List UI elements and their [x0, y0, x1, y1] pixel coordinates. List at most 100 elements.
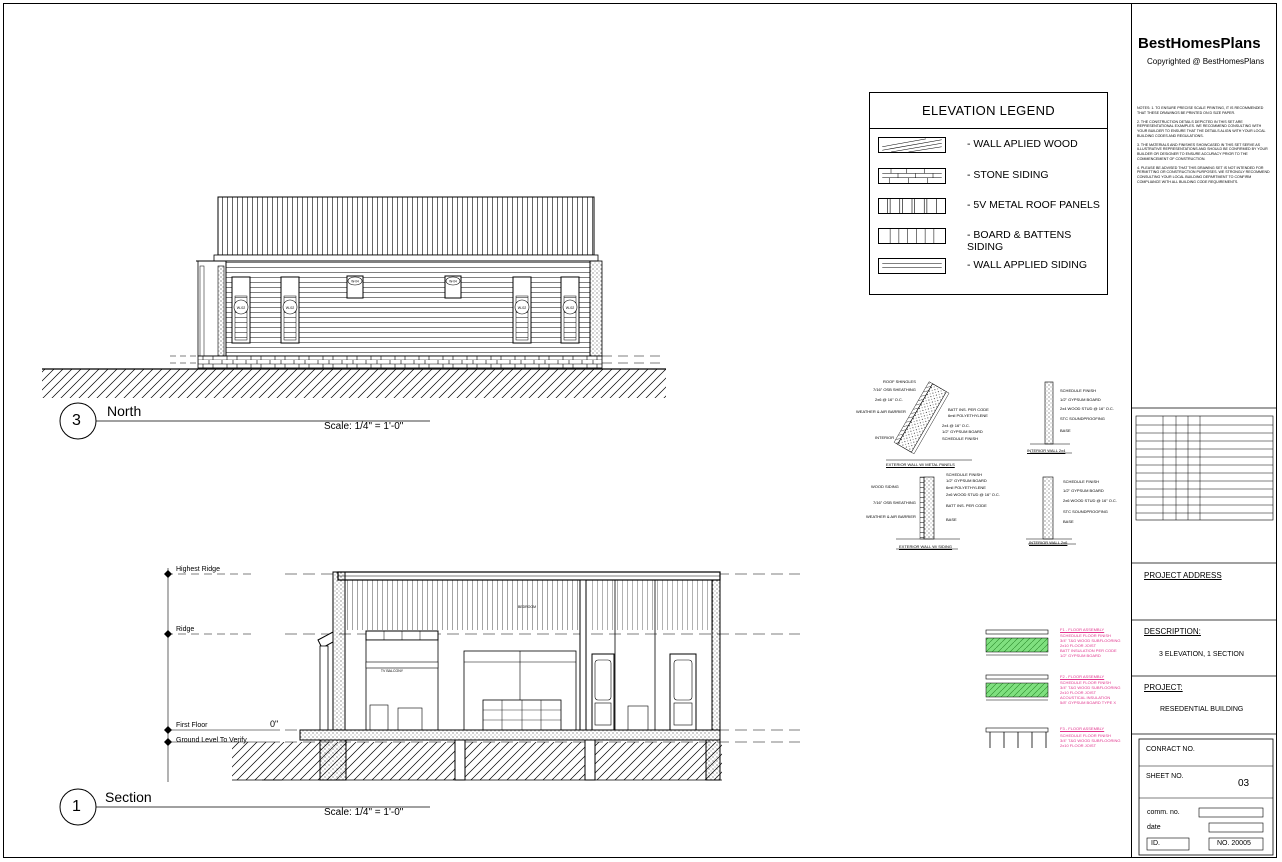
date-label: date — [1147, 824, 1161, 831]
wall-detail-3-caption: EXTERIOR WALL W/ SIDING — [899, 544, 953, 549]
wall-detail-4-label: 1/2" GYPSUM BOARD — [1063, 488, 1104, 493]
note-item: 4. PLEASE BE ADVISED THAT THIS DRAWING S… — [1137, 165, 1270, 184]
floor-detail-1 — [985, 629, 1049, 656]
wall-detail-1-label: WEATHER & AIR BARRIER — [856, 409, 906, 414]
wall-detail-1-label: BATT INS. PER CODE — [948, 407, 989, 412]
wall-detail-3-label: WOOD SIDING — [871, 484, 899, 489]
wall-detail-1-label: SCHEDULE FINISH — [942, 436, 979, 441]
legend-label: - 5V METAL ROOF PANELS — [967, 199, 1100, 211]
legend-item-siding: - WALL APPLIED SIDING — [870, 255, 1107, 279]
legend-label: - WALL APLIED WOOD — [967, 138, 1078, 150]
floor-detail-2-title: F2 - FLOOR ASSEMBLY — [1060, 674, 1105, 679]
floor-detail-3-title: F3 - FLOOR ASSEMBLY — [1060, 726, 1105, 731]
floor-detail-3 — [985, 727, 1049, 748]
wall-detail-3-label: 6mil POLYETHYLENE — [946, 485, 986, 490]
wall-detail-4-label: BASE — [1063, 519, 1074, 524]
legend-label: - WALL APPLIED SIDING — [967, 259, 1088, 271]
contract-label: CONRACT NO. — [1146, 746, 1195, 753]
sheet-label: SHEET NO. — [1146, 773, 1184, 780]
section-view-scale: Scale: 1/4" = 1'-0" — [324, 807, 404, 818]
wall-detail-3-label: BASE — [946, 517, 957, 522]
legend-swatch-batten — [878, 228, 946, 244]
north-view-title: North — [107, 403, 142, 419]
window-tag: W-02 — [237, 306, 246, 310]
floor-detail-3-note: 2x10 FLOOR JOIST — [1060, 743, 1097, 748]
wall-detail-3-label: 2x6 WOOD STUD @ 16" O.C. — [946, 492, 1000, 497]
wall-detail-4-label: 2x6 WOOD STUD @ 16" O.C. — [1063, 498, 1117, 503]
project-label: PROJECT: — [1144, 683, 1183, 692]
wall-detail-1-label: ROOF SHINGLES — [883, 379, 916, 384]
wall-detail-4-label: SCHEDULE FINISH — [1063, 479, 1100, 484]
legend-item-board-batten: - BOARD & BATTENS SIDING — [870, 225, 1107, 253]
north-view-number: 3 — [72, 412, 81, 429]
elevation-legend: ELEVATION LEGEND - WALL APLIED WOOD - ST… — [869, 92, 1108, 295]
floor-detail-1-note: 1/2" GYPSUM BOARD — [1060, 653, 1101, 658]
wall-detail-1-label: INTERIOR — [875, 435, 895, 440]
legend-title: ELEVATION LEGEND — [870, 93, 1107, 129]
floor-detail-2 — [985, 674, 1049, 701]
wall-detail-1 — [886, 381, 972, 461]
window-tag: W-02 — [518, 306, 527, 310]
project-address-label: PROJECT ADDRESS — [1144, 571, 1222, 580]
level-label-highest-ridge: Highest Ridge — [176, 566, 220, 573]
wall-detail-4-caption: INTERIOR WALL 2x6 — [1029, 540, 1068, 545]
wall-detail-1-label: 2x6 @ 16" O.C. — [875, 397, 903, 402]
note-item: 3. THE MATERIALS AND FINISHES SHOWCASED … — [1137, 142, 1268, 161]
north-view-scale: Scale: 1/4" = 1'-0" — [324, 421, 404, 432]
floor-detail-1-title: F1 - FLOOR ASSEMBLY — [1060, 627, 1105, 632]
legend-label: - BOARD & BATTENS SIDING — [967, 229, 1072, 253]
window-tag: W-04 — [449, 280, 457, 284]
copyright-text: Copyrighted @ BestHomesPlans — [1147, 57, 1265, 66]
north-window-2 — [280, 276, 300, 344]
brand-logo-text: BestHomesPlans — [1138, 35, 1261, 52]
legend-label: - STONE SIDING — [967, 169, 1049, 181]
section-view-title: Section — [105, 789, 152, 805]
id-value: NO. 20005 — [1217, 840, 1251, 847]
section-view-number: 1 — [72, 798, 81, 815]
legend-swatch-metal — [878, 198, 946, 214]
window-tag: W-02 — [286, 306, 295, 310]
legend-item-metal-roof: - 5V METAL ROOF PANELS — [870, 195, 1107, 219]
window-tag: W-02 — [566, 306, 575, 310]
id-label: ID. — [1151, 840, 1160, 847]
wall-detail-2-label: STC SOUNDPROOFING — [1060, 416, 1105, 421]
level-value-first-floor: 0" — [270, 719, 279, 729]
wall-detail-2-label: BASE — [1060, 428, 1071, 433]
level-label-ridge: Ridge — [176, 626, 195, 633]
sheet-value: 03 — [1238, 778, 1250, 789]
wall-detail-1-caption: EXTERIOR WALL W/ METAL PANELS — [886, 462, 955, 467]
note-item: NOTES: 1. TO ENSURE PRECISE SCALE PRINTI… — [1137, 106, 1264, 115]
north-window-5 — [512, 276, 532, 344]
floor-detail-2-note: 5/8" GYPSUM BOARD TYPE X — [1060, 700, 1117, 705]
room-label: TV BALCONY — [381, 669, 404, 673]
description-label: DESCRIPTION: — [1144, 627, 1201, 636]
wall-detail-4-label: STC SOUNDPROOFING — [1063, 509, 1108, 514]
project-value: RESEDENTIAL BUILDING — [1160, 706, 1244, 713]
legend-item-wall-wood: - WALL APLIED WOOD — [870, 134, 1107, 158]
wall-detail-2-label: 2x4 WOOD STUD @ 16" O.C. — [1060, 406, 1114, 411]
legend-swatch-stone — [878, 168, 946, 184]
note-item: 2. THE CONSTRUCTION DETAILS DEPICTED IN … — [1137, 119, 1266, 138]
general-notes: NOTES: 1. TO ENSURE PRECISE SCALE PRINTI… — [1137, 106, 1271, 189]
wall-detail-3-label: SCHEDULE FINISH — [946, 472, 983, 477]
wall-detail-1-label: 2x4 @ 16" O.C. — [942, 423, 970, 428]
room-label: BEDROOM — [518, 605, 536, 609]
description-value: 3 ELEVATION, 1 SECTION — [1159, 651, 1244, 658]
wall-detail-1-label: 7/16" OSB SHEATHING — [873, 387, 916, 392]
wall-detail-3-label: 1/2" GYPSUM BOARD — [946, 478, 987, 483]
comm-label: comm. no. — [1147, 809, 1180, 816]
wall-detail-1-label: 1/2" GYPSUM BOARD — [942, 429, 983, 434]
north-elevation: W-02 W-02 W-04 W-04 W-02 W-02 — [42, 196, 666, 398]
wall-detail-1-label: 6mil POLYETHYLENE — [948, 413, 988, 418]
legend-swatch-siding — [878, 258, 946, 274]
wall-detail-3-label: 7/16" OSB SHEATHING — [873, 500, 916, 505]
wall-detail-3-label: WEATHER & AIR BARRIER — [866, 514, 916, 519]
level-label-first-floor: First Floor — [176, 722, 208, 729]
window-tag: W-04 — [351, 280, 359, 284]
wall-detail-2-label: SCHEDULE FINISH — [1060, 388, 1097, 393]
wall-detail-2-caption: INTERIOR WALL 2x4 — [1027, 448, 1066, 453]
legend-item-stone: - STONE SIDING — [870, 165, 1107, 189]
legend-swatch-diagonal — [878, 137, 946, 153]
level-label-ground: Ground Level To Verify — [176, 737, 247, 744]
wall-detail-2-label: 1/2" GYPSUM BOARD — [1060, 397, 1101, 402]
